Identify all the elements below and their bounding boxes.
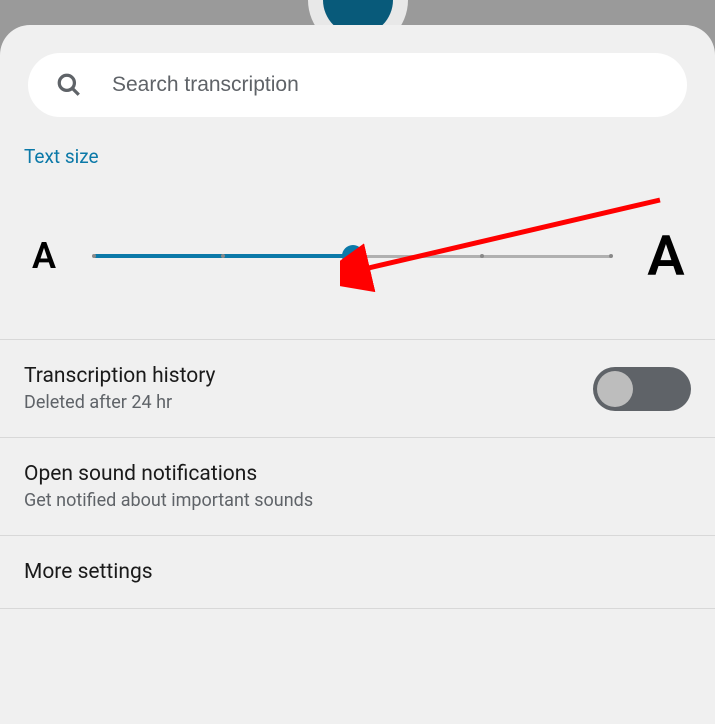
divider <box>0 608 715 609</box>
more-settings-row[interactable]: More settings <box>0 536 715 608</box>
text-size-label: Text size <box>24 145 691 168</box>
transcription-history-row[interactable]: Transcription history Deleted after 24 h… <box>0 340 715 437</box>
search-input[interactable] <box>112 73 659 97</box>
transcription-history-toggle[interactable] <box>593 367 691 411</box>
slider-tick <box>221 254 225 258</box>
search-bar[interactable] <box>28 53 687 117</box>
slider-row: A A <box>24 223 691 289</box>
settings-sheet: Text size A A Transcription history Dele… <box>0 25 715 724</box>
sound-notifications-title: Open sound notifications <box>24 462 313 486</box>
slider-tick <box>92 254 96 258</box>
setting-text: Transcription history Deleted after 24 h… <box>24 364 215 413</box>
large-a-indicator: A <box>641 223 691 289</box>
text-size-slider[interactable] <box>94 244 611 268</box>
slider-tick <box>609 254 613 258</box>
small-a-indicator: A <box>24 235 64 277</box>
toggle-knob <box>597 371 633 407</box>
slider-tick <box>480 254 484 258</box>
sound-notifications-row[interactable]: Open sound notifications Get notified ab… <box>0 438 715 535</box>
setting-text: Open sound notifications Get notified ab… <box>24 462 313 511</box>
text-size-section: Text size A A <box>0 145 715 339</box>
transcription-history-subtitle: Deleted after 24 hr <box>24 392 215 413</box>
more-settings-title: More settings <box>24 560 153 584</box>
sound-notifications-subtitle: Get notified about important sounds <box>24 490 313 511</box>
search-icon <box>56 72 82 98</box>
slider-thumb[interactable] <box>342 245 364 267</box>
transcription-history-title: Transcription history <box>24 364 215 388</box>
setting-text: More settings <box>24 560 153 584</box>
